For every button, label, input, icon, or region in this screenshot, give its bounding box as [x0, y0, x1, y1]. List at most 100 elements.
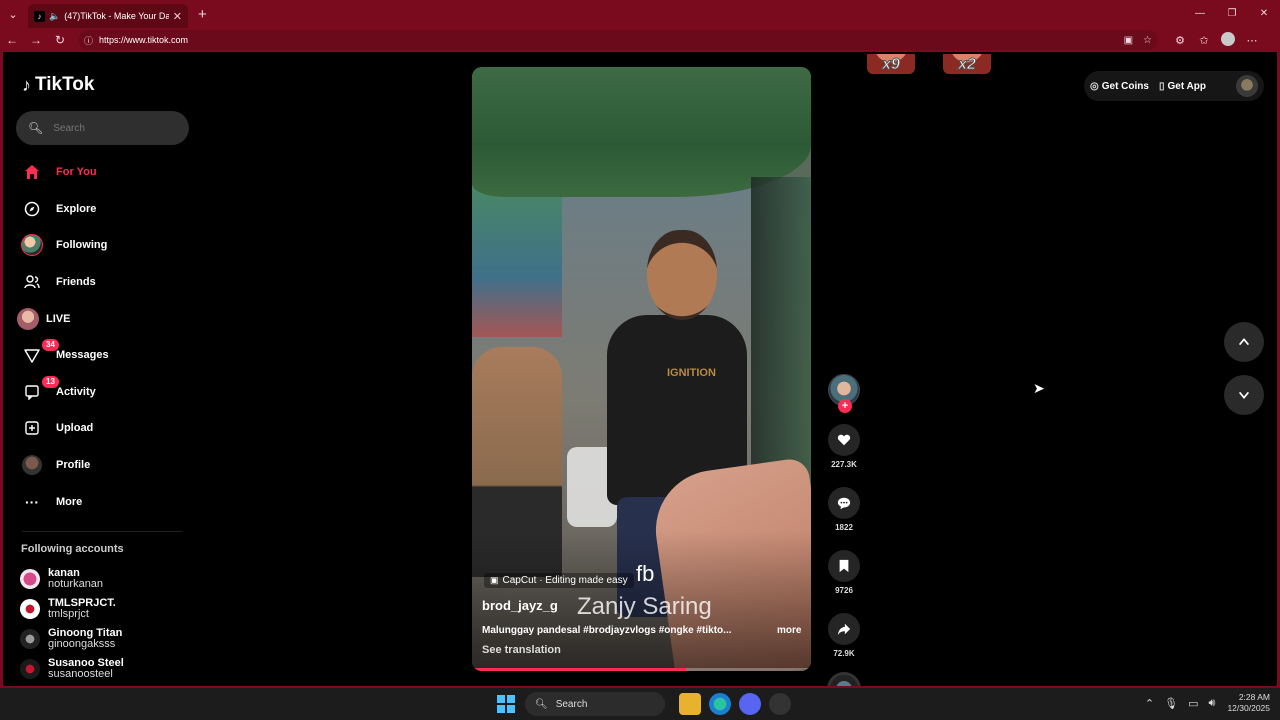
sidebar-item-label: LIVE: [46, 312, 71, 325]
sidebar-item-explore[interactable]: Explore: [16, 191, 186, 228]
volume-icon[interactable]: 🔊︎: [1209, 697, 1216, 710]
refresh-icon[interactable]: ↻: [48, 33, 72, 47]
following-account-item[interactable]: Ginoong Titan ginoongaksss: [20, 624, 190, 654]
favorites-icon[interactable]: ✩: [1192, 34, 1216, 47]
browser-toolbar: ← → ↻ ⓘ https://www.tiktok.com ▣ ☆ ⚙ ✩ ⋯: [0, 28, 1280, 52]
new-tab-icon[interactable]: +: [198, 6, 207, 23]
video-author[interactable]: brod_jayz_g: [482, 598, 558, 613]
sidebar-item-live[interactable]: LIVE: [16, 300, 186, 337]
sidebar-item-messages[interactable]: 34 Messages: [16, 337, 186, 374]
video-watermark: Zanjy Saring: [577, 593, 712, 620]
sidebar-item-more[interactable]: ··· More: [16, 483, 186, 520]
logo-text: TikTok: [35, 74, 95, 95]
get-app-button[interactable]: ▯ Get App: [1159, 81, 1206, 92]
back-icon[interactable]: ←: [0, 33, 24, 47]
extensions-icon[interactable]: ⚙: [1168, 34, 1192, 47]
video-progress-fill: [472, 668, 686, 671]
chevron-up-icon: [1238, 338, 1250, 346]
sidebar-item-friends[interactable]: Friends: [16, 264, 186, 301]
sidebar-item-following[interactable]: Following: [16, 227, 186, 264]
forward-icon[interactable]: →: [24, 33, 48, 47]
like-count: 227.3K: [831, 460, 857, 469]
windows-start-icon[interactable]: [497, 695, 515, 713]
search-box[interactable]: 🔍︎: [16, 111, 189, 145]
video-player[interactable]: IGNITION ▣ CapCut · Editing made easy fb…: [472, 67, 811, 671]
sidebar-item-upload[interactable]: Upload: [16, 410, 186, 447]
windows-taskbar: 🔍︎ Search ⌃ 🎙︎ ▭ 🔊︎ 2:28 AM 12/30/2025: [0, 688, 1280, 720]
capcut-anchor[interactable]: ▣ CapCut · Editing made easy: [484, 573, 634, 588]
speaker-icon[interactable]: 🔈: [49, 11, 60, 22]
taskbar-search[interactable]: 🔍︎ Search: [525, 692, 665, 716]
share-action[interactable]: 72.9K: [822, 613, 866, 658]
music-disc-icon[interactable]: [827, 672, 861, 686]
next-video-button[interactable]: [1224, 375, 1264, 415]
see-translation-button[interactable]: See translation: [482, 644, 561, 656]
tab-close-icon[interactable]: ✕: [173, 10, 182, 23]
clock[interactable]: 2:28 AM 12/30/2025: [1227, 692, 1270, 714]
user-avatar[interactable]: [1236, 75, 1258, 97]
restore-icon[interactable]: ❐: [1216, 0, 1248, 28]
save-count: 9726: [835, 586, 853, 595]
sidebar-item-for-you[interactable]: For You: [16, 154, 186, 191]
follow-plus-icon[interactable]: +: [838, 399, 852, 413]
account-username: tmlsprjct: [48, 608, 89, 620]
system-tray: ⌃ 🎙︎ ▭ 🔊︎ 2:28 AM 12/30/2025: [1135, 692, 1270, 714]
share-count: 72.9K: [833, 649, 855, 658]
edge-browser-icon[interactable]: [709, 693, 731, 715]
previous-video-button[interactable]: [1224, 322, 1264, 362]
site-info-icon[interactable]: ⓘ: [84, 34, 93, 47]
save-action[interactable]: 9726: [822, 550, 866, 595]
video-progress-bar[interactable]: [472, 668, 811, 671]
minimize-icon[interactable]: —: [1184, 0, 1216, 28]
like-action[interactable]: 227.3K: [822, 424, 866, 469]
taskbar-search-label: Search: [555, 698, 588, 710]
tab-title: (47)TikTok - Make Your Day: [64, 11, 169, 21]
url-text: https://www.tiktok.com: [99, 35, 189, 45]
search-input[interactable]: [53, 122, 174, 134]
account-avatar: [20, 659, 40, 679]
following-accounts-list: kanan noturkanan TMLSPRJCT. tmlsprjct Gino…: [20, 564, 190, 684]
account-username: susanoosteel: [48, 668, 113, 680]
video-scene: [647, 230, 717, 320]
caption-more-button[interactable]: more: [777, 625, 801, 636]
tiktok-logo[interactable]: ♪ TikTok: [22, 74, 94, 96]
split-screen-icon[interactable]: ▣: [1124, 35, 1133, 46]
following-accounts-title: Following accounts: [21, 543, 124, 555]
profile-avatar: [16, 455, 48, 476]
close-window-icon[interactable]: ✕: [1248, 0, 1280, 28]
account-avatar: [20, 599, 40, 619]
creator-avatar[interactable]: +: [828, 374, 860, 413]
tab-list-chevron-icon[interactable]: ⌄: [0, 0, 26, 28]
settings-more-icon[interactable]: ⋯: [1240, 34, 1264, 47]
steam-icon[interactable]: [769, 693, 791, 715]
get-coins-label: Get Coins: [1101, 80, 1149, 92]
share-icon[interactable]: [828, 613, 860, 645]
browser-profile-avatar[interactable]: [1216, 31, 1240, 49]
bookmark-icon[interactable]: [828, 550, 860, 582]
sidebar-item-label: More: [56, 495, 83, 508]
comment-action[interactable]: 1822: [822, 487, 866, 532]
comment-icon[interactable]: [828, 487, 860, 519]
following-avatar: [16, 234, 48, 257]
browser-tab[interactable]: ♪ 🔈 (47)TikTok - Make Your Day ✕: [28, 4, 188, 28]
sidebar-item-profile[interactable]: Profile: [16, 447, 186, 484]
favorite-star-icon[interactable]: ☆: [1143, 35, 1152, 46]
heart-icon[interactable]: [828, 424, 860, 456]
sidebar-item-label: Profile: [56, 459, 91, 472]
search-icon: 🔍︎: [28, 121, 44, 135]
account-username: noturkanan: [48, 578, 104, 590]
sidebar-item-activity[interactable]: 13 Activity: [16, 374, 186, 411]
messages-badge: 34: [42, 338, 59, 351]
following-account-item[interactable]: kanan noturkanan: [20, 564, 190, 594]
get-coins-button[interactable]: ◎ Get Coins: [1090, 81, 1149, 92]
chevron-up-icon[interactable]: ⌃: [1145, 697, 1154, 710]
file-explorer-icon[interactable]: [679, 693, 701, 715]
following-account-item[interactable]: Susanoo Steel susanoosteel: [20, 654, 190, 684]
clock-date: 12/30/2025: [1227, 703, 1270, 713]
following-account-item[interactable]: TMLSPRJCT. tmlsprjct: [20, 594, 190, 624]
address-bar[interactable]: ⓘ https://www.tiktok.com ▣ ☆: [78, 30, 1158, 50]
discord-icon[interactable]: [739, 693, 761, 715]
fb-watermark: fb: [636, 561, 655, 586]
network-icon[interactable]: ▭: [1188, 697, 1198, 710]
microphone-icon[interactable]: 🎙︎: [1164, 697, 1178, 710]
